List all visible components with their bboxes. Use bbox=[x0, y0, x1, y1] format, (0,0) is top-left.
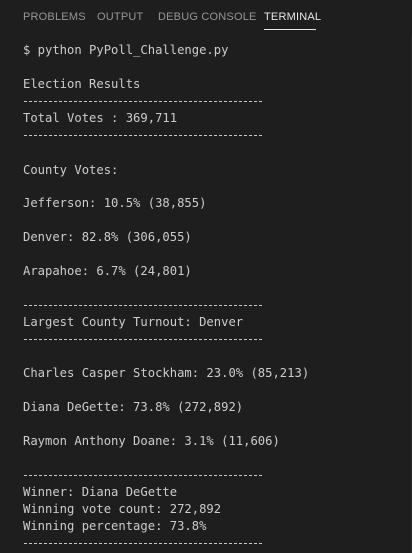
tab-problems[interactable]: PROBLEMS bbox=[23, 11, 86, 24]
county-line-jefferson: Jefferson: 10.5% (38,855) bbox=[23, 196, 207, 210]
tab-debug-console[interactable]: DEBUG CONSOLE bbox=[158, 11, 257, 24]
largest-county-line: Largest County Turnout: Denver bbox=[23, 315, 244, 329]
panel-tab-bar: PROBLEMS OUTPUT DEBUG CONSOLE TERMINAL bbox=[0, 0, 412, 34]
output-divider bbox=[24, 339, 262, 340]
tab-output[interactable]: OUTPUT bbox=[97, 11, 143, 24]
election-results-heading: Election Results bbox=[23, 77, 141, 91]
county-line-arapahoe: Arapahoe: 6.7% (24,801) bbox=[23, 264, 192, 278]
winner-line: Winner: Diana DeGette bbox=[23, 485, 178, 499]
output-divider bbox=[24, 305, 262, 306]
candidate-line-stockham: Charles Casper Stockham: 23.0% (85,213) bbox=[23, 366, 310, 380]
candidate-line-doane: Raymon Anthony Doane: 3.1% (11,606) bbox=[23, 434, 280, 448]
output-divider bbox=[24, 543, 262, 544]
total-votes-line: Total Votes : 369,711 bbox=[23, 111, 178, 125]
winning-percentage-line: Winning percentage: 73.8% bbox=[23, 519, 207, 533]
winning-vote-count-line: Winning vote count: 272,892 bbox=[23, 502, 222, 516]
output-divider bbox=[24, 475, 262, 476]
active-tab-indicator bbox=[264, 29, 316, 30]
terminal-command-line: $ python PyPoll_Challenge.py bbox=[23, 43, 229, 57]
tab-terminal[interactable]: TERMINAL bbox=[264, 11, 321, 24]
county-line-denver: Denver: 82.8% (306,055) bbox=[23, 230, 192, 244]
output-divider bbox=[24, 101, 262, 102]
county-votes-heading: County Votes: bbox=[23, 163, 119, 177]
candidate-line-degette: Diana DeGette: 73.8% (272,892) bbox=[23, 400, 244, 414]
output-divider bbox=[24, 135, 262, 136]
terminal-output[interactable]: $ python PyPoll_Challenge.py Election Re… bbox=[0, 34, 412, 553]
